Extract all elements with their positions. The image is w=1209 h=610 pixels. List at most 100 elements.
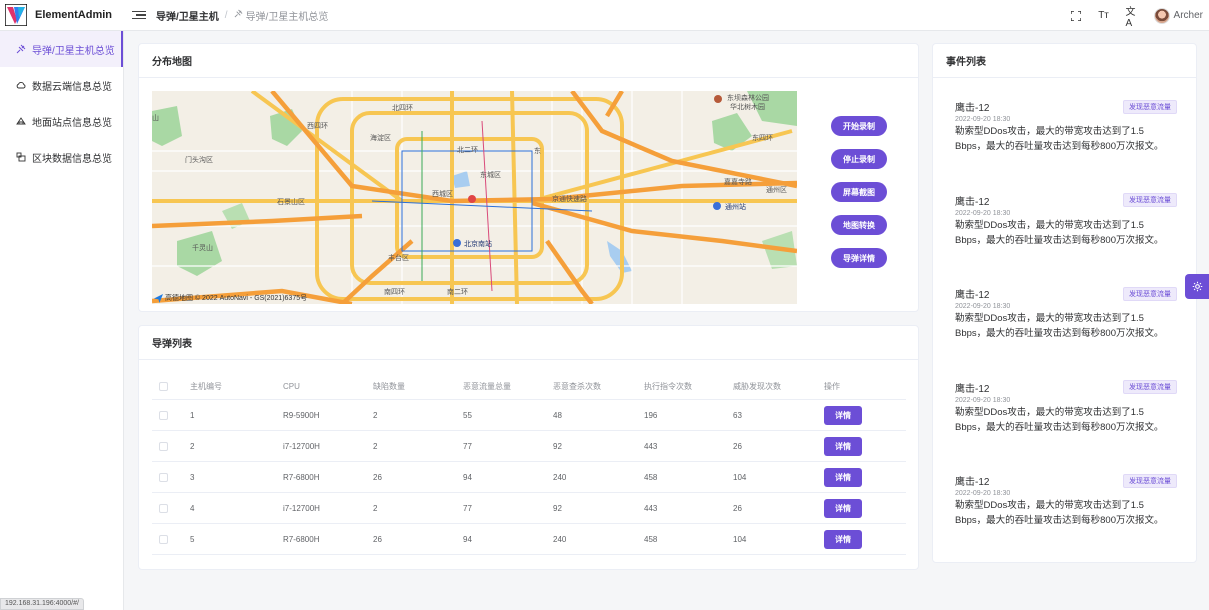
table-row: 2 i7-12700H 2 77 92 443 26 详情	[152, 431, 906, 462]
malicious-traffic: 77	[463, 503, 472, 513]
ground-station-icon	[16, 116, 26, 126]
missile-details-button[interactable]: 导弹详情	[831, 248, 887, 268]
stop-recording-button[interactable]: 停止录制	[831, 149, 887, 169]
event-title: 鹰击-12	[955, 196, 990, 208]
user-name: Archer	[1173, 10, 1203, 21]
event-title: 鹰击-12	[955, 383, 990, 395]
event-description: 勒索型DDos攻击，最大的带宽攻击达到了1.5 Bbps，最大的吞吐量攻击达到每…	[955, 500, 1164, 526]
kill-count: 240	[553, 534, 567, 544]
command-count: 196	[644, 410, 658, 420]
satellite-icon	[16, 44, 26, 54]
map-attribution-text: 高德地图 © 2022 AutoNavi - GS(2021)6375号	[165, 295, 308, 302]
cpu: i7-12700H	[283, 503, 320, 513]
start-recording-button[interactable]: 开始录制	[831, 116, 887, 136]
map-label: 南四环	[384, 289, 405, 296]
map-label: 东四环	[752, 135, 773, 142]
details-button[interactable]: 详情	[824, 467, 862, 487]
map-roads	[152, 91, 797, 304]
kill-count: 48	[553, 410, 562, 420]
defect-count: 26	[373, 472, 382, 482]
map-label: 北京南站	[464, 241, 492, 248]
table-header-row: 主机编号 CPU 缺陷数量 恶意流量总量 恶意查杀次数 执行指令次数 威胁发现次…	[152, 373, 906, 400]
defect-count: 2	[373, 503, 378, 513]
kill-count: 92	[553, 503, 562, 513]
settings-gear-icon[interactable]	[1185, 274, 1209, 299]
table-row: 5 R7-6800H 26 94 240 458 104 详情	[152, 524, 906, 555]
breadcrumb-current[interactable]: 导弹/卫星主机	[156, 8, 219, 23]
threat-count: 104	[733, 472, 747, 482]
malicious-traffic: 77	[463, 441, 472, 451]
card-title: 导弹列表	[139, 326, 918, 360]
user-menu[interactable]: Archer	[1153, 7, 1203, 24]
status-badge: 发现恶意流量	[1123, 286, 1177, 301]
status-badge: 发现恶意流量	[1123, 99, 1177, 114]
app-logo[interactable]: ElementAdmin	[0, 0, 124, 31]
blocks-icon	[16, 152, 26, 162]
collapse-sidebar-icon[interactable]	[132, 8, 146, 22]
card-title: 分布地图	[139, 44, 918, 78]
map-label: 南二环	[447, 289, 468, 296]
map-switch-button[interactable]: 地图转换	[831, 215, 887, 235]
avatar	[1153, 7, 1170, 24]
command-count: 458	[644, 534, 658, 544]
threat-count: 26	[733, 503, 742, 513]
breadcrumb-sub: 导弹/卫星主机总览	[234, 8, 328, 23]
sidebar: 导弹/卫星主机总览 数据云端信息总览 地面站点信息总览 区块数据信息总览	[0, 31, 124, 610]
translate-icon[interactable]: 文A	[1126, 7, 1138, 29]
list-item: 鹰击-12 发现恶意流量 2022-09-20 18:30 勒索型DDos攻击，…	[955, 473, 1177, 567]
select-all-checkbox[interactable]	[159, 381, 168, 391]
details-button[interactable]: 详情	[824, 529, 862, 549]
sidebar-item-cloud-overview[interactable]: 数据云端信息总览	[0, 67, 123, 103]
cpu: R7-6800H	[283, 472, 320, 482]
missile-table: 主机编号 CPU 缺陷数量 恶意流量总量 恶意查杀次数 执行指令次数 威胁发现次…	[152, 373, 906, 555]
column-header: CPU	[283, 381, 300, 391]
fullscreen-icon[interactable]	[1070, 10, 1082, 22]
host-id: 2	[190, 441, 195, 451]
column-header: 恶意流量总量	[463, 381, 511, 391]
map-label: 东	[534, 148, 541, 155]
cpu: i7-12700H	[283, 441, 320, 451]
event-time: 2022-09-20 18:30	[955, 490, 1011, 497]
missile-list-card: 导弹列表 主机编号 CPU 缺陷数量 恶意流量总量 恶意查杀次数 执行指令次数 …	[138, 325, 919, 570]
distribution-map[interactable]: 北四环 东四环 东坝森林公园 华北树木园 门头沟区 海淀区 北二环 东城区 东 …	[152, 91, 797, 304]
sidebar-item-block-data-overview[interactable]: 区块数据信息总览	[0, 139, 123, 175]
cloud-icon	[16, 80, 26, 90]
command-count: 443	[644, 441, 658, 451]
details-button[interactable]: 详情	[824, 436, 862, 456]
host-id: 1	[190, 410, 195, 420]
details-button[interactable]: 详情	[824, 498, 862, 518]
threat-count: 26	[733, 441, 742, 451]
map-label: 东城区	[480, 172, 501, 179]
list-item: 鹰击-12 发现恶意流量 2022-09-20 18:30 勒索型DDos攻击，…	[955, 380, 1177, 474]
host-id: 3	[190, 472, 195, 482]
details-button[interactable]: 详情	[824, 405, 862, 425]
row-checkbox[interactable]	[159, 472, 168, 482]
map-label: 通州站	[725, 204, 746, 211]
sidebar-item-label: 导弹/卫星主机总览	[32, 45, 115, 57]
sidebar-item-label: 地面站点信息总览	[32, 117, 112, 129]
sidebar-item-label: 区块数据信息总览	[32, 153, 112, 165]
threat-count: 63	[733, 410, 742, 420]
row-checkbox[interactable]	[159, 503, 168, 513]
sidebar-item-ground-station-overview[interactable]: 地面站点信息总览	[0, 103, 123, 139]
sidebar-item-missile-overview[interactable]: 导弹/卫星主机总览	[0, 31, 123, 67]
event-description: 勒索型DDos攻击，最大的带宽攻击达到了1.5 Bbps，最大的吞吐量攻击达到每…	[955, 219, 1164, 246]
card-title: 事件列表	[933, 44, 1196, 78]
column-header: 威胁发现次数	[733, 381, 781, 391]
font-size-icon[interactable]: Tт	[1098, 10, 1110, 22]
event-time: 2022-09-20 18:30	[955, 116, 1011, 123]
screenshot-button[interactable]: 屏幕截图	[831, 182, 887, 202]
breadcrumb-separator: /	[224, 9, 228, 21]
defect-count: 2	[373, 441, 378, 451]
event-time: 2022-09-20 18:30	[955, 396, 1011, 404]
row-checkbox[interactable]	[159, 410, 168, 420]
event-description: 勒索型DDos攻击，最大的带宽攻击达到了1.5 Bbps，最大的吞吐量攻击达到每…	[955, 406, 1164, 433]
event-title: 鹰击-12	[955, 103, 990, 114]
table-row: 3 R7-6800H 26 94 240 458 104 详情	[152, 462, 906, 493]
status-badge: 发现恶意流量	[1123, 380, 1177, 394]
event-title: 鹰击-12	[955, 290, 990, 301]
table-row: 1 R9-5900H 2 55 48 196 63 详情	[152, 400, 906, 431]
row-checkbox[interactable]	[159, 441, 168, 451]
malicious-traffic: 55	[463, 410, 472, 420]
row-checkbox[interactable]	[159, 534, 168, 544]
